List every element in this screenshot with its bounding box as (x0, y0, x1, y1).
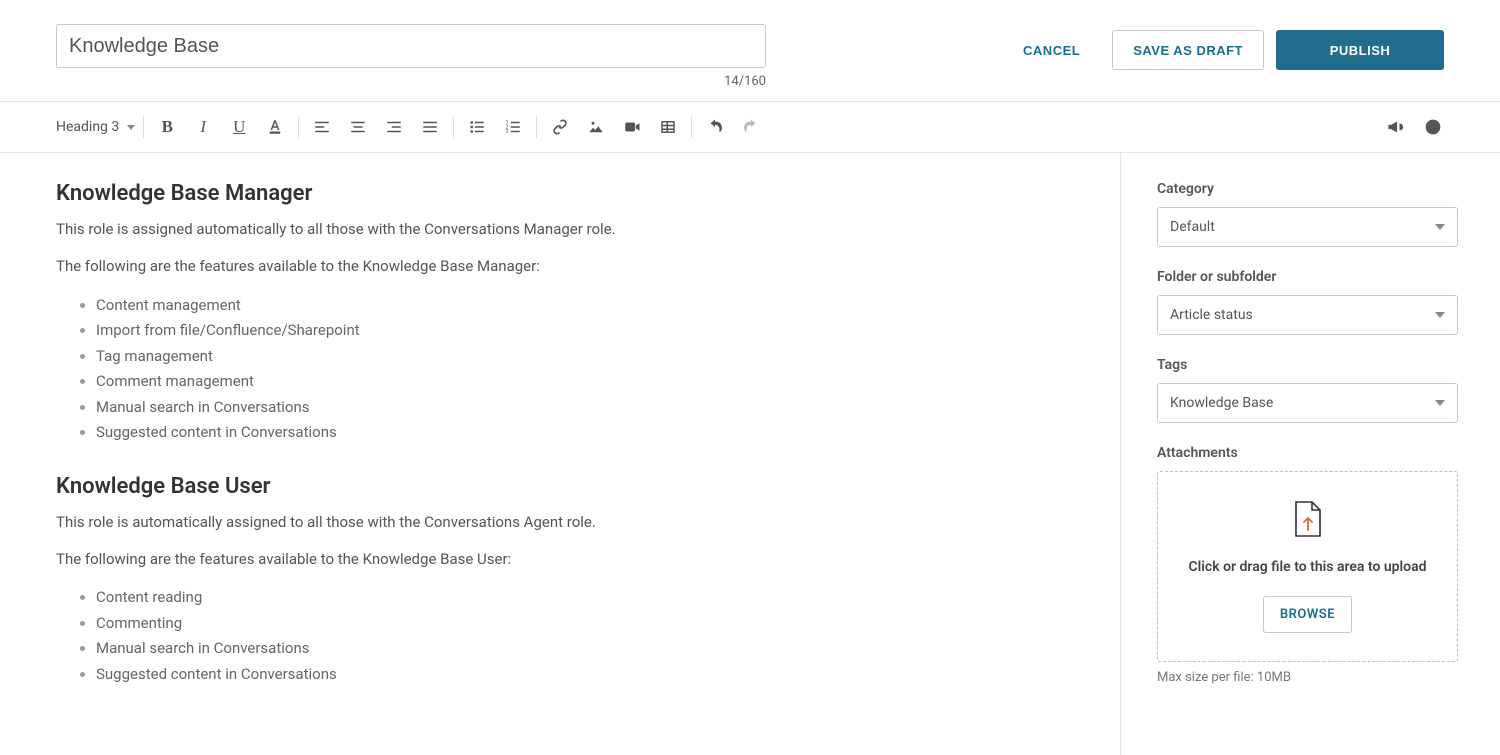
paragraph: This role is assigned automatically to a… (56, 218, 1064, 241)
list-item: Commenting (96, 611, 1064, 637)
publish-button[interactable]: PUBLISH (1276, 30, 1444, 70)
list: Content readingCommentingManual search i… (56, 585, 1064, 687)
tags-value: Knowledge Base (1170, 395, 1273, 411)
unordered-list-icon[interactable] (466, 116, 488, 138)
align-justify-icon[interactable] (419, 116, 441, 138)
undo-icon[interactable] (704, 116, 726, 138)
underline-icon[interactable]: U (228, 116, 250, 138)
list-item: Suggested content in Conversations (96, 420, 1064, 446)
align-center-icon[interactable] (347, 116, 369, 138)
list-item: Manual search in Conversations (96, 395, 1064, 421)
bold-icon[interactable]: B (156, 116, 178, 138)
cancel-button[interactable]: CANCEL (1003, 30, 1100, 70)
paragraph: This role is automatically assigned to a… (56, 511, 1064, 534)
toolbar-separator (298, 116, 299, 138)
chevron-down-icon (1435, 224, 1445, 230)
sidebar: Category Default Folder or subfolder Art… (1120, 153, 1500, 755)
video-icon[interactable] (621, 116, 643, 138)
table-icon[interactable] (657, 116, 679, 138)
category-select[interactable]: Default (1157, 207, 1458, 247)
save-draft-button[interactable]: SAVE AS DRAFT (1112, 30, 1264, 70)
chevron-down-icon (1435, 400, 1445, 406)
svg-text:3: 3 (506, 129, 509, 135)
folder-value: Article status (1170, 307, 1253, 323)
dropzone-text: Click or drag file to this area to uploa… (1182, 558, 1433, 578)
max-size-text: Max size per file: 10MB (1157, 670, 1458, 685)
toolbar-separator (143, 116, 144, 138)
paragraph: The following are the features available… (56, 255, 1064, 278)
list-item: Manual search in Conversations (96, 636, 1064, 662)
list: Content managementImport from file/Confl… (56, 293, 1064, 446)
toolbar-separator (536, 116, 537, 138)
chevron-down-icon (1435, 312, 1445, 318)
article-title-input[interactable] (56, 24, 766, 68)
ordered-list-icon[interactable]: 123 (502, 116, 524, 138)
image-icon[interactable] (585, 116, 607, 138)
list-item: Content reading (96, 585, 1064, 611)
editor-content[interactable]: Knowledge Base Manager This role is assi… (0, 153, 1120, 755)
folder-label: Folder or subfolder (1157, 269, 1458, 285)
tags-label: Tags (1157, 357, 1458, 373)
list-item: Tag management (96, 344, 1064, 370)
link-icon[interactable] (549, 116, 571, 138)
toolbar-separator (691, 116, 692, 138)
folder-select[interactable]: Article status (1157, 295, 1458, 335)
list-item: Content management (96, 293, 1064, 319)
text-color-icon[interactable] (264, 116, 286, 138)
megaphone-icon[interactable] (1384, 116, 1406, 138)
align-left-icon[interactable] (311, 116, 333, 138)
category-label: Category (1157, 181, 1458, 197)
title-char-count: 14/160 (56, 74, 766, 89)
list-item: Suggested content in Conversations (96, 662, 1064, 688)
heading: Knowledge Base Manager (56, 181, 1064, 206)
italic-icon[interactable]: I (192, 116, 214, 138)
heading: Knowledge Base User (56, 474, 1064, 499)
list-item: Comment management (96, 369, 1064, 395)
align-right-icon[interactable] (383, 116, 405, 138)
help-icon[interactable] (1422, 116, 1444, 138)
heading-select[interactable]: Heading 3 (56, 119, 141, 135)
toolbar-separator (453, 116, 454, 138)
browse-button[interactable]: BROWSE (1263, 596, 1352, 633)
redo-icon[interactable] (740, 116, 762, 138)
caret-down-icon (127, 125, 135, 130)
tags-select[interactable]: Knowledge Base (1157, 383, 1458, 423)
attachments-label: Attachments (1157, 445, 1458, 461)
attachment-dropzone[interactable]: Click or drag file to this area to uploa… (1157, 471, 1458, 662)
list-item: Import from file/Confluence/Sharepoint (96, 318, 1064, 344)
editor-toolbar: Heading 3 B I U 123 (0, 102, 1500, 152)
upload-file-icon (1292, 500, 1324, 538)
category-value: Default (1170, 219, 1215, 235)
heading-select-label: Heading 3 (56, 119, 119, 135)
paragraph: The following are the features available… (56, 548, 1064, 571)
